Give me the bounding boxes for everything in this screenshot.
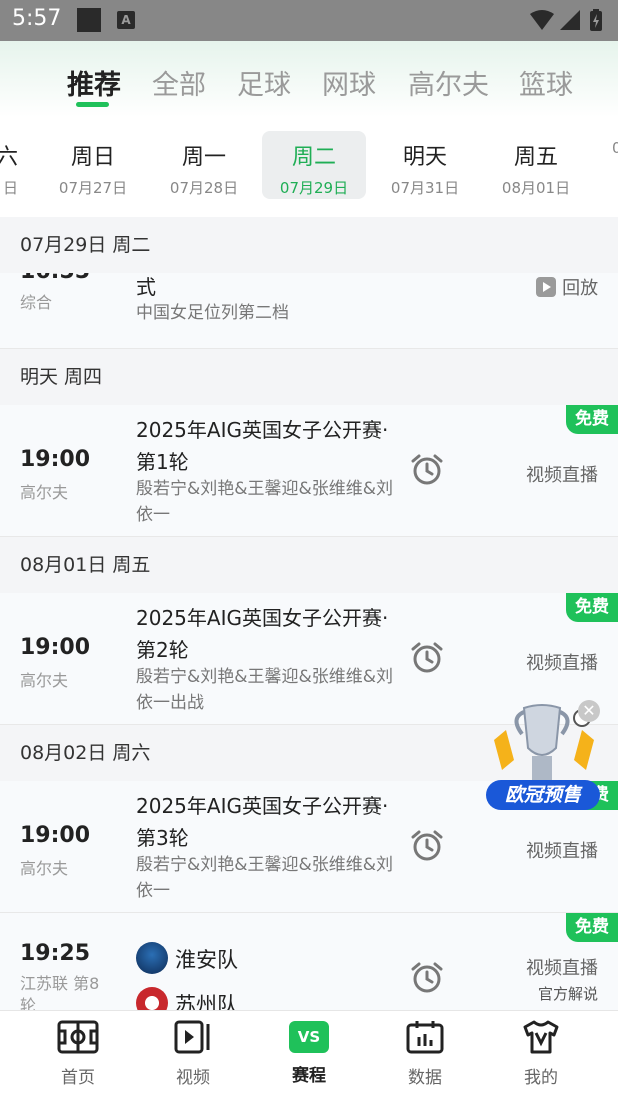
tab-recommend[interactable]: 推荐 [67,63,121,102]
section-header: 07月29日 周二 [0,217,618,273]
nav-video[interactable]: 视频 [143,1019,243,1088]
match-subtitle: 中国女足位列第二档 [136,303,289,323]
nav-me[interactable]: 我的 [491,1019,591,1088]
match-subtitle: 殷若宁&刘艳&王馨迎&张维维&刘依一 [136,855,394,901]
match-sport: 高尔夫 [20,671,69,690]
promo-widget[interactable]: 欧冠预售 ✕ [484,700,604,816]
tab-all[interactable]: 全部 [152,63,206,102]
date-date: 07月29日 [279,179,349,197]
tab-tennis[interactable]: 网球 [322,63,376,102]
date-day: 周日 [70,145,115,170]
calendar-chart-icon [406,1021,444,1054]
date-item-tomorrow[interactable]: 明天 07月31日 [373,131,477,199]
system-icons [528,8,608,36]
play-icon [536,277,556,297]
date-day: 周二 [291,145,336,170]
nav-data[interactable]: 数据 [375,1019,475,1088]
status-bar: 5:57 A [0,0,618,41]
date-item-mon[interactable]: 周一 07月28日 [152,131,256,199]
commentary-label: 官方解说 [537,985,598,1003]
nav-label: 我的 [524,1068,558,1088]
match-title: 2025年AIG英国女子公开赛·第2轮 [136,606,389,662]
match-card[interactable]: 16:55 综合 式 中国女足位列第二档 回放 [0,273,618,349]
nav-label: 数据 [408,1068,442,1088]
date-date: 07月28日 [169,179,239,197]
match-sport: 综合 [20,293,53,312]
section-header: 明天 周四 [0,349,618,405]
replay-button[interactable]: 回放 [535,274,598,300]
free-badge: 免费 [566,593,618,622]
nav-label: 首页 [61,1068,95,1088]
match-status[interactable]: 视频直播 [526,461,598,487]
vs-icon: VS [289,1021,329,1053]
home-team-logo [136,942,168,974]
free-badge: 免费 [566,405,618,434]
match-subtitle: 殷若宁&刘艳&王馨迎&张维维&刘依一 [136,479,394,525]
signal-battery-icon [530,9,602,31]
away-team-logo [136,987,168,1010]
close-icon[interactable]: ✕ [578,700,600,722]
alarm-clock-icon[interactable] [410,829,444,863]
away-team-name: 苏州队 [175,993,238,1010]
match-sport: 江苏联 第8轮 [20,974,100,1010]
status-time: 5:57 [12,6,62,31]
match-time: 19:00 [20,823,91,848]
replay-label: 回放 [562,278,599,299]
match-title: 式 [136,275,156,299]
keyboard-a-icon: A [117,11,135,29]
match-title: 2025年AIG英国女子公开赛·第1轮 [136,418,389,474]
date-date: 07月27日 [58,179,128,197]
nav-label: 视频 [176,1068,210,1088]
date-item-tue-selected[interactable]: 周二 07月29日 [262,131,366,199]
match-subtitle: 殷若宁&刘艳&王馨迎&张维维&刘依一出战 [136,667,394,713]
match-sport: 高尔夫 [20,859,69,878]
alarm-clock-icon[interactable] [410,641,444,675]
home-team-name: 淮安队 [175,948,238,972]
alarm-clock-icon[interactable] [410,961,444,995]
date-date: 07月31日 [390,179,460,197]
section-header: 08月01日 周五 [0,537,618,593]
match-time: 19:25 [20,941,91,966]
tab-basketball[interactable]: 篮球 [519,63,573,102]
tab-golf[interactable]: 高尔夫 [408,63,489,102]
date-item-next[interactable]: 0 [566,131,618,199]
promo-label: 欧冠预售 [486,780,600,810]
match-card[interactable]: 免费 19:00 高尔夫 2025年AIG英国女子公开赛·第1轮 殷若宁&刘艳&… [0,405,618,537]
alarm-clock-icon[interactable] [410,453,444,487]
match-status[interactable]: 视频直播 [526,954,598,980]
match-time: 19:00 [20,635,91,660]
bottom-nav: 首页 视频 VS 赛程 数据 我的 [0,1010,618,1098]
date-item-sat[interactable]: 六 日 [0,131,18,199]
date-selector: 六 日 周日 07月27日 周一 07月28日 周二 07月29日 明天 07月… [0,117,618,217]
notification-icon [77,8,101,32]
nav-schedule[interactable]: VS 赛程 [259,1019,359,1086]
match-sport: 高尔夫 [20,483,69,502]
date-day: 周一 [181,145,226,170]
tab-football[interactable]: 足球 [237,63,291,102]
pitch-icon [57,1020,99,1054]
match-card[interactable]: 免费 19:25 江苏联 第8轮 淮安队 苏州队 视频直播 官方解说 [0,913,618,1010]
video-icon [174,1020,210,1054]
nav-home[interactable]: 首页 [28,1019,128,1088]
free-badge: 免费 [566,913,618,942]
jersey-icon [523,1020,559,1054]
date-item-sun[interactable]: 周日 07月27日 [41,131,145,199]
match-title: 2025年AIG英国女子公开赛·第3轮 [136,794,389,850]
match-time: 16:55 [20,273,90,284]
nav-label: 赛程 [292,1066,326,1086]
match-status[interactable]: 视频直播 [526,649,598,675]
match-time: 19:00 [20,447,91,472]
date-day: 明天 [402,145,447,170]
active-tab-indicator [76,102,109,107]
match-status[interactable]: 视频直播 [526,837,598,863]
